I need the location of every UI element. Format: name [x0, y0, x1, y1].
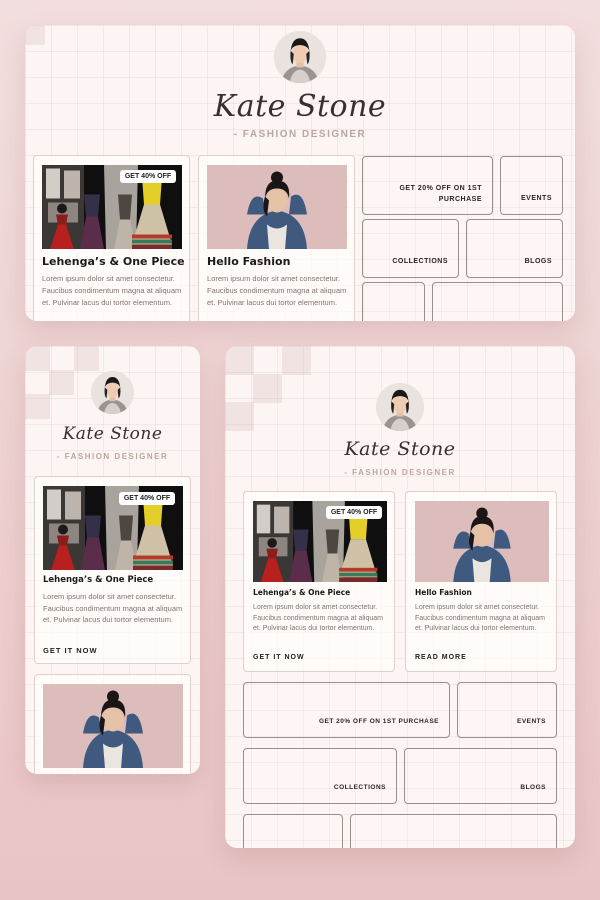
- checker-decoration: [253, 374, 282, 403]
- profile-name: Kate Stone: [62, 424, 163, 444]
- tile-empty[interactable]: [432, 282, 563, 321]
- tile-collections[interactable]: COLLECTIONS: [362, 219, 459, 278]
- card-body: Lorem ipsum dolor sit amet consectetur. …: [415, 604, 545, 632]
- tile-events[interactable]: EVENTS: [500, 156, 563, 215]
- hello-fashion-image: [415, 501, 549, 582]
- panel-mobile: Kate Stone - FASHION DESIGNER GET 40% OF…: [25, 346, 200, 774]
- tile-empty[interactable]: [243, 814, 343, 848]
- card-body: Lorem ipsum dolor sit amet consectetur. …: [42, 274, 182, 307]
- profile-role: - FASHION DESIGNER: [233, 129, 367, 140]
- discount-badge: GET 40% OFF: [119, 492, 175, 505]
- tile-offer-label: GET 20% OFF ON 1ST PURCHASE: [399, 185, 482, 203]
- woman-portrait-icon: [376, 383, 424, 431]
- card-lehenga[interactable]: GET 40% OFF Lehenga’s & One Piece Lorem …: [243, 491, 395, 672]
- get-it-now-link[interactable]: GET IT NOW: [43, 646, 98, 655]
- card-body: Lorem ipsum dolor sit amet consectetur. …: [207, 274, 347, 307]
- profile-role: - FASHION DESIGNER: [56, 452, 169, 461]
- tile-offer-label: GET 20% OFF ON 1ST PURCHASE: [318, 718, 439, 726]
- tile-collections-label: COLLECTIONS: [333, 784, 386, 792]
- tile-blogs[interactable]: BLOGS: [404, 748, 557, 804]
- hello-fashion-image: [43, 684, 183, 768]
- checker-decoration: [25, 346, 50, 371]
- profile-name: Kate Stone: [213, 89, 387, 124]
- avatar: [376, 383, 424, 431]
- woman-denim-jacket-photo: [415, 501, 549, 582]
- card-hello-fashion[interactable]: [34, 674, 191, 774]
- read-more-link[interactable]: READ MORE: [415, 654, 467, 661]
- checker-decoration: [225, 346, 254, 375]
- tile-events-label: EVENTS: [520, 194, 552, 202]
- card-title: Lehenga’s & One Piece: [42, 255, 185, 268]
- get-it-now-link[interactable]: GET IT NOW: [253, 654, 305, 661]
- woman-portrait-icon: [274, 31, 326, 83]
- checker-decoration: [25, 25, 45, 45]
- woman-portrait-icon: [91, 371, 134, 414]
- tile-blogs-label: BLOGS: [520, 784, 546, 792]
- profile-role: - FASHION DESIGNER: [344, 468, 456, 477]
- profile-name: Kate Stone: [344, 438, 456, 460]
- tile-events[interactable]: EVENTS: [457, 682, 557, 738]
- card-lehenga[interactable]: GET 40% OFF Lehenga’s & One Piece Lorem …: [34, 476, 191, 664]
- card-hello-fashion[interactable]: Hello Fashion Lorem ipsum dolor sit amet…: [405, 491, 557, 672]
- card-title: Lehenga’s & One Piece: [253, 588, 351, 597]
- avatar: [274, 31, 326, 83]
- card-title: Lehenga’s & One Piece: [43, 575, 154, 585]
- card-title: Hello Fashion: [415, 588, 472, 597]
- tile-events-label: EVENTS: [516, 718, 546, 726]
- discount-badge: GET 40% OFF: [326, 506, 382, 519]
- hello-fashion-image: [207, 165, 347, 249]
- tile-offer[interactable]: GET 20% OFF ON 1ST PURCHASE: [362, 156, 493, 215]
- checker-decoration: [74, 346, 99, 371]
- woman-denim-jacket-photo: [43, 684, 183, 768]
- tile-offer[interactable]: GET 20% OFF ON 1ST PURCHASE: [243, 682, 450, 738]
- avatar: [91, 371, 134, 414]
- checker-decoration: [225, 402, 254, 431]
- card-hello-fashion[interactable]: Hello Fashion Lorem ipsum dolor sit amet…: [198, 155, 355, 321]
- card-title: Hello Fashion: [207, 255, 291, 268]
- checker-decoration: [49, 370, 74, 395]
- tile-collections-label: COLLECTIONS: [392, 257, 448, 265]
- checker-decoration: [282, 346, 311, 375]
- woman-denim-jacket-photo: [207, 165, 347, 249]
- panel-desktop-top: Kate Stone - FASHION DESIGNER GET 40% OF…: [25, 25, 575, 321]
- tile-collections[interactable]: COLLECTIONS: [243, 748, 397, 804]
- tile-empty[interactable]: [362, 282, 425, 321]
- tile-blogs[interactable]: BLOGS: [466, 219, 563, 278]
- card-body: Lorem ipsum dolor sit amet consectetur. …: [43, 592, 183, 624]
- card-body: Lorem ipsum dolor sit amet consectetur. …: [253, 604, 383, 632]
- tile-blogs-label: BLOGS: [524, 257, 552, 265]
- tile-empty[interactable]: [350, 814, 557, 848]
- discount-badge: GET 40% OFF: [120, 170, 176, 183]
- panel-tablet: Kate Stone - FASHION DESIGNER GET 40% OF…: [225, 346, 575, 848]
- checker-decoration: [25, 394, 50, 419]
- card-lehenga[interactable]: GET 40% OFF Lehenga’s & One Piece Lorem …: [33, 155, 190, 321]
